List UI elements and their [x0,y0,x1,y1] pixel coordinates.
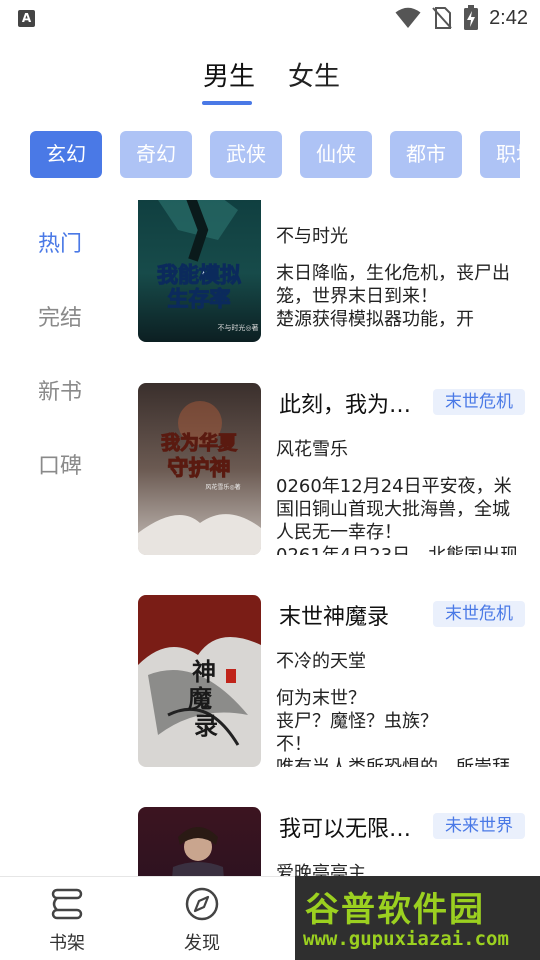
book-cover[interactable]: 我能模拟 生存率 不与时光◎著 [138,200,261,342]
book-cover[interactable]: 神 魔 录 [138,595,261,767]
sort-tab-finished[interactable]: 完结 [38,300,82,332]
tab-female[interactable]: 女生 [288,56,340,93]
nav-discover[interactable]: 发现 [167,887,237,955]
svg-text:魔: 魔 [188,684,212,713]
watermark-title: 谷普软件园 [305,890,485,930]
book-author: 不与时光 [276,226,348,247]
book-title: 我可以无限升级 [279,817,429,842]
category-chips: 玄幻 奇幻 武侠 仙侠 都市 职场 [30,131,520,179]
nav-label: 发现 [184,933,220,954]
book-author: 不冷的天堂 [276,651,366,672]
status-icons: 2:42 [395,4,528,32]
book-card[interactable]: 我可以无限升级 未来世界 爱晚亭亭主 [130,807,540,876]
book-cover[interactable]: 我为华夏 守护神 风花雪乐◎著 [138,383,261,555]
book-list[interactable]: 我能模拟 生存率 不与时光◎著 不与时光 末日降临，生化危机，丧尸出笼，世界末日… [130,200,540,876]
svg-text:我为华夏: 我为华夏 [161,431,238,454]
battery-charging-icon [464,5,479,30]
nav-bookshelf[interactable]: 书架 [32,887,102,955]
book-card[interactable]: 神 魔 录 末世神魔录 末世危机 不冷的天堂 何为末世？ 丧尸？魔怪？虫族？ 不… [130,595,540,767]
book-author: 爱晚亭亭主 [276,863,366,876]
gender-tabs: 男生 女生 [0,56,540,108]
no-sim-icon [432,7,452,29]
bookshelf-icon [51,888,83,920]
status-bar: A 2:42 [0,0,540,36]
compass-icon [185,887,219,921]
book-genre-tag: 末世危机 [433,389,525,415]
svg-text:不与时光◎著: 不与时光◎著 [217,323,258,332]
watermark-url: www.gupuxiazai.com [303,928,509,950]
category-chip-zhichang[interactable]: 职场 [480,131,520,178]
nav-label: 书架 [49,933,85,954]
book-title: 此刻，我为华夏守护神 [279,393,429,418]
clock: 2:42 [489,6,528,29]
book-genre-tag: 未来世界 [433,813,525,839]
category-chip-xuanhuan[interactable]: 玄幻 [30,131,102,178]
sort-tab-rating[interactable]: 口碑 [38,448,82,480]
screen: A 2:42 男生 女生 玄幻 奇幻 武侠 仙侠 都市 职场 [0,0,540,960]
cover-title-text: 我能模拟 [157,263,241,287]
tab-male[interactable]: 男生 [203,56,255,93]
svg-text:神: 神 [192,657,216,686]
app-notification-icon: A [18,10,35,27]
svg-text:风花雪乐◎著: 风花雪乐◎著 [205,483,240,491]
sort-tab-hot[interactable]: 热门 [38,226,82,258]
svg-text:守护神: 守护神 [168,456,231,480]
book-title: 末世神魔录 [279,605,390,630]
category-chip-dushi[interactable]: 都市 [390,131,462,178]
book-card[interactable]: 我能模拟 生存率 不与时光◎著 不与时光 末日降临，生化危机，丧尸出笼，世界末日… [130,200,540,342]
tab-indicator [202,101,252,105]
category-chip-xianxia[interactable]: 仙侠 [300,131,372,178]
book-card[interactable]: 我为华夏 守护神 风花雪乐◎著 此刻，我为华夏守护神 末世危机 风花雪乐 026… [130,383,540,555]
book-author: 风花雪乐 [276,439,348,460]
category-chip-wuxia[interactable]: 武侠 [210,131,282,178]
watermark-logo: 谷普软件园 www.gupuxiazai.com [295,876,540,960]
wifi-icon [395,7,421,28]
book-description: 0260年12月24日平安夜，米国旧铜山首现大批海兽，全城人民无一幸存！ 026… [276,476,518,555]
category-chip-qihuan[interactable]: 奇幻 [120,131,192,178]
svg-text:录: 录 [194,711,218,740]
book-description: 末日降临，生化危机，丧尸出笼，世界末日到来！ 楚源获得模拟器功能，开 [276,263,510,330]
sort-tab-new[interactable]: 新书 [38,374,82,406]
svg-text:生存率: 生存率 [168,287,231,311]
book-cover[interactable] [138,807,261,876]
book-genre-tag: 末世危机 [433,601,525,627]
book-description: 何为末世？ 丧尸？魔怪？虫族？ 不！ 唯有当人类所恐惧的，所崇拜 [276,688,510,767]
